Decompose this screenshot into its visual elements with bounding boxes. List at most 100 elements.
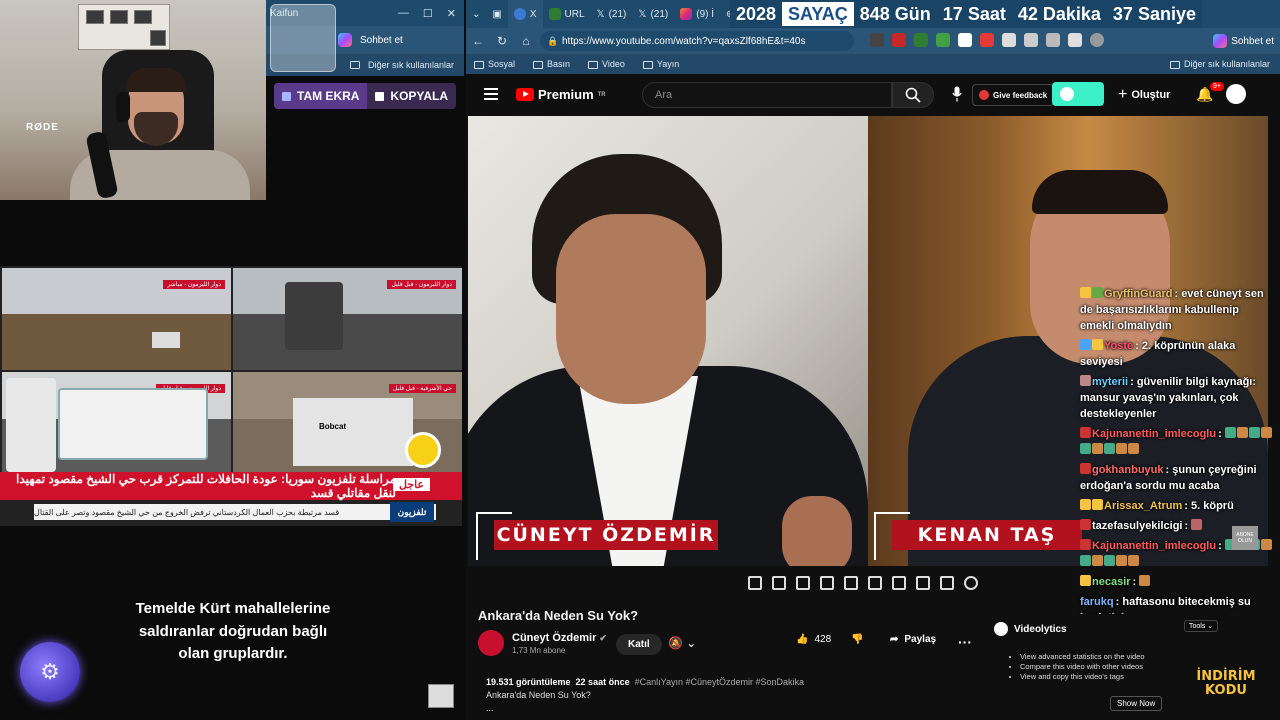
extension-icon[interactable] xyxy=(958,33,972,47)
workspaces-icon[interactable]: ▣ xyxy=(492,9,501,20)
maximize-icon[interactable]: ☐ xyxy=(423,7,433,20)
chat-user: necasir xyxy=(1092,576,1131,588)
region-code: TR xyxy=(597,91,606,98)
extension-icon[interactable] xyxy=(936,33,950,47)
bookmark-basin[interactable]: Basın xyxy=(533,59,570,69)
playlist-icon[interactable] xyxy=(796,576,810,590)
cell-tag: دوار الليرمون - قبل قليل xyxy=(387,280,456,289)
tab-menu[interactable]: ⌄ xyxy=(466,0,486,28)
counter-seconds: 37 Saniye xyxy=(1112,3,1196,24)
small-thumbnail[interactable] xyxy=(428,684,454,708)
dislike-icon[interactable]: 👎 xyxy=(851,634,863,645)
refresh-icon[interactable]: ↻ xyxy=(490,34,514,48)
news-cell: دوار الليرمون - مباشر xyxy=(2,268,231,370)
join-button[interactable]: Katıl xyxy=(616,634,662,655)
extension-icon[interactable] xyxy=(1046,33,1060,47)
ground xyxy=(2,313,231,370)
settings-icon[interactable] xyxy=(964,576,978,590)
minimize-icon[interactable]: — xyxy=(398,7,409,20)
extension-icon[interactable] xyxy=(1024,33,1038,47)
youtube-brand: Premium xyxy=(538,87,594,102)
chat-user: Kajunanettin_imlecoglu xyxy=(1092,428,1217,440)
civil-defense-logo xyxy=(405,432,441,468)
youtube-logo[interactable]: Premium TR xyxy=(516,87,606,102)
settings-gear-icon[interactable]: ⚙ xyxy=(20,642,80,702)
add-icon[interactable] xyxy=(916,576,930,590)
description-more[interactable]: ... xyxy=(486,703,494,713)
badge-icon xyxy=(1080,519,1091,530)
extension-icon[interactable] xyxy=(1002,33,1016,47)
share-button[interactable]: ➦ Paylaş xyxy=(890,634,936,645)
extension-icon[interactable] xyxy=(1068,33,1082,47)
bookmark-yayin[interactable]: Yayın xyxy=(642,59,679,69)
bookmark-sosyal[interactable]: Sosyal xyxy=(474,59,515,69)
badge-icon xyxy=(1080,463,1091,474)
tab-url[interactable]: URL xyxy=(543,0,591,28)
extension-icon[interactable] xyxy=(980,33,994,47)
guest-hand xyxy=(782,496,852,566)
search-button[interactable] xyxy=(892,82,934,108)
tab-instagram[interactable]: (9) İ xyxy=(674,0,720,28)
back-icon[interactable]: ← xyxy=(466,34,490,48)
extension-icon[interactable] xyxy=(870,33,884,47)
microphone-icon[interactable] xyxy=(952,86,962,102)
copy-button[interactable]: KOPYALA xyxy=(367,89,456,103)
feedback-button[interactable]: Give feedback xyxy=(972,84,1055,106)
tab-workspaces[interactable]: ▣ xyxy=(486,0,507,28)
channel-name[interactable]: Cüneyt Özdemir ✔ xyxy=(512,632,607,644)
create-button[interactable]: + Oluştur xyxy=(1118,86,1170,104)
theater-icon[interactable] xyxy=(868,576,882,590)
video-description[interactable]: 19.531 görüntüleme 22 saat önce #CanlıYa… xyxy=(486,676,804,715)
feedback-icon xyxy=(979,90,989,100)
tab-x-1[interactable]: 𝕏 (21) xyxy=(591,0,633,28)
live-icon[interactable] xyxy=(772,576,786,590)
tab-active[interactable]: X xyxy=(507,0,543,28)
like-icon[interactable]: 👍 xyxy=(796,634,808,645)
chevron-down-icon[interactable]: ⌄ xyxy=(472,9,480,20)
tools-dropdown[interactable]: Tools ⌄ xyxy=(1184,620,1219,632)
badge-icon xyxy=(1080,539,1091,550)
loop-icon[interactable] xyxy=(748,576,762,590)
copilot-icon[interactable] xyxy=(338,33,352,47)
speed-icon[interactable] xyxy=(892,576,906,590)
emote-icon xyxy=(1080,555,1091,566)
extension-icon[interactable] xyxy=(914,33,928,47)
home-icon[interactable]: ⌂ xyxy=(514,34,538,48)
window-controls[interactable]: — ☐ ✕ xyxy=(398,7,464,20)
sky xyxy=(2,268,231,314)
hashtags[interactable]: #CanlıYayın #CüneytÖzdemir #SonDakika xyxy=(635,677,804,687)
badge-icon xyxy=(1080,427,1091,438)
fullscreen-button[interactable]: TAM EKRA xyxy=(274,83,368,109)
channel-avatar[interactable] xyxy=(478,630,504,656)
extension-toggle[interactable] xyxy=(1052,82,1104,106)
copilot-chat-button[interactable]: Sohbet et xyxy=(1213,31,1274,51)
streamer-webcam: RØDE xyxy=(0,0,266,200)
url-text: https://www.youtube.com/watch?v=qaxsZlf6… xyxy=(562,35,806,47)
miniplayer-icon[interactable] xyxy=(844,576,858,590)
countdown-banner: 2028 SAYAÇ 848 Gün 17 Saat 42 Dakika 37 … xyxy=(730,0,1202,28)
camera-icon[interactable] xyxy=(940,576,954,590)
channel-info: Cüneyt Özdemir ✔ 1,73 Mn abone xyxy=(478,630,607,656)
emote-icon xyxy=(1104,443,1115,454)
bookmarks-bar: Sosyal Basın Video Yayın Diğer sık kulla… xyxy=(466,54,1280,74)
other-bookmarks[interactable]: Diğer sık kullanılanlar xyxy=(1169,59,1280,69)
extension-icon[interactable] xyxy=(892,33,906,47)
search-input[interactable]: Ara xyxy=(642,82,892,108)
avatar[interactable] xyxy=(1226,84,1246,104)
more-actions-icon[interactable]: ··· xyxy=(958,634,972,650)
show-now-button[interactable]: Show Now xyxy=(1110,696,1163,711)
lock-icon[interactable]: 🔒 xyxy=(547,36,558,47)
profile-avatar[interactable] xyxy=(1090,33,1104,47)
url-field[interactable]: 🔒 https://www.youtube.com/watch?v=qaxsZl… xyxy=(540,31,854,51)
live-chat-overlay: GryffinGuard: evet cüneyt sen de başarıs… xyxy=(1080,286,1276,630)
clapper-icon[interactable] xyxy=(820,576,834,590)
bookmark-video[interactable]: Video xyxy=(588,59,625,69)
left-sohbet-label[interactable]: Sohbet et xyxy=(360,35,403,46)
badge-icon xyxy=(1080,575,1091,586)
bell-toggle-icon[interactable]: 🔕 ⌄ xyxy=(668,636,696,650)
left-guest-feed: CÜNEYT ÖZDEMİR xyxy=(468,116,868,566)
close-icon[interactable]: ✕ xyxy=(447,7,456,20)
menu-icon[interactable] xyxy=(484,88,498,100)
tab-x-2[interactable]: 𝕏 (21) xyxy=(632,0,674,28)
left-other-bookmarks[interactable]: Diğer sık kullanılanlar xyxy=(368,60,454,70)
